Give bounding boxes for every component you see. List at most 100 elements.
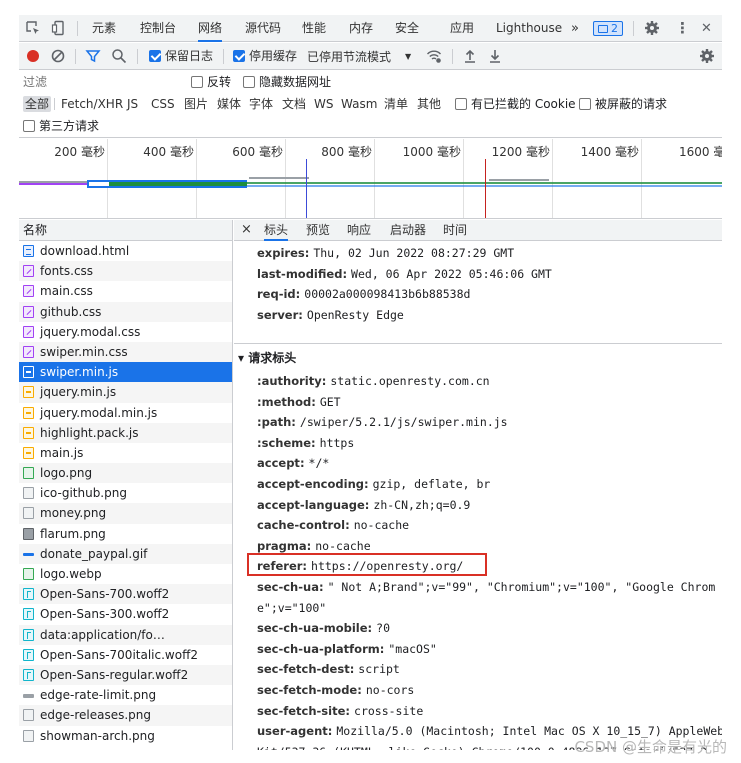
import-har-icon[interactable]	[462, 48, 478, 64]
request-name: swiper.min.css	[40, 344, 128, 359]
tab-timing[interactable]: 时间	[443, 220, 467, 241]
type-other[interactable]: 其他	[415, 96, 443, 112]
request-row[interactable]: main.css	[19, 281, 232, 301]
settings-gear-icon[interactable]	[644, 20, 660, 36]
request-row[interactable]: flarum.png	[19, 524, 232, 544]
request-row[interactable]: data:application/fo…	[19, 624, 232, 645]
image-file-icon	[23, 467, 34, 480]
filter-input[interactable]	[23, 74, 183, 90]
request-row[interactable]: jquery.min.js	[19, 382, 232, 403]
header-row: sec-fetch-mode: no-cors	[257, 680, 414, 700]
record-icon[interactable]	[25, 48, 41, 64]
network-overview-timeline[interactable]: 200 毫秒 400 毫秒 600 毫秒 800 毫秒 1000 毫秒 1200…	[19, 139, 722, 219]
request-row[interactable]: Open-Sans-700.woff2	[19, 584, 232, 605]
more-tabs-button[interactable]: »	[571, 15, 579, 42]
device-toolbar-icon[interactable]	[51, 20, 67, 36]
type-img[interactable]: 图片	[182, 96, 210, 112]
request-headers-title[interactable]: ▾ 请求标头	[238, 348, 296, 368]
request-row[interactable]: fonts.css	[19, 261, 232, 282]
disable-cache-checkbox[interactable]: 停用缓存	[233, 49, 297, 64]
third-party-checkbox[interactable]: 第三方请求	[23, 119, 99, 134]
request-row[interactable]: logo.webp	[19, 564, 232, 584]
tab-memory[interactable]: 内存	[349, 15, 373, 42]
type-ws[interactable]: WS	[312, 96, 335, 112]
throttling-select[interactable]: 已停用节流模式 ▼	[307, 49, 411, 65]
close-detail-icon[interactable]: ×	[241, 220, 252, 241]
tab-response[interactable]: 响应	[347, 220, 371, 241]
request-row[interactable]: jquery.modal.css	[19, 322, 232, 342]
type-wasm[interactable]: Wasm	[339, 96, 379, 112]
blocked-requests-checkbox[interactable]: 被屏蔽的请求	[579, 97, 667, 112]
header-value: Wed, 06 Apr 2022 05:46:06 GMT	[351, 266, 552, 281]
tab-console[interactable]: 控制台	[140, 15, 176, 42]
export-har-icon[interactable]	[487, 48, 503, 64]
type-manifest[interactable]: 清单	[382, 96, 410, 112]
request-row[interactable]: swiper.min.css	[19, 341, 232, 363]
type-js[interactable]: JS	[125, 96, 140, 112]
type-all[interactable]: 全部	[23, 96, 52, 112]
header-row: e";v="100"	[257, 598, 326, 618]
header-name: sec-fetch-mode	[257, 683, 358, 697]
request-row[interactable]: edge-releases.png	[19, 705, 232, 726]
type-css[interactable]: CSS	[149, 96, 177, 112]
request-row[interactable]: money.png	[19, 503, 232, 524]
network-settings-gear-icon[interactable]	[699, 48, 715, 64]
tab-network[interactable]: 网络	[198, 15, 223, 42]
inspect-element-icon[interactable]	[25, 20, 41, 36]
tab-initiator[interactable]: 启动器	[390, 220, 426, 241]
filter-icon[interactable]	[85, 48, 101, 64]
more-options-kebab-icon[interactable]: ⋮	[675, 15, 690, 42]
request-row[interactable]: highlight.pack.js	[19, 422, 232, 443]
tab-headers[interactable]: 标头	[264, 220, 289, 241]
header-value: no-cache	[315, 538, 371, 553]
tab-lighthouse[interactable]: Lighthouse	[496, 15, 562, 42]
request-row[interactable]: edge-rate-limit.png	[19, 685, 232, 705]
request-row[interactable]: Open-Sans-300.woff2	[19, 604, 232, 624]
close-devtools-icon[interactable]: ✕	[701, 15, 712, 42]
overview-bar-gray	[489, 179, 549, 181]
tab-security[interactable]: 安全	[395, 15, 419, 42]
tab-preview[interactable]: 预览	[306, 220, 330, 241]
preserve-log-checkbox[interactable]: 保留日志	[149, 49, 213, 64]
request-row[interactable]: ico-github.png	[19, 483, 232, 503]
network-conditions-wifi-icon[interactable]	[426, 48, 442, 64]
hide-data-urls-checkbox[interactable]: 隐藏数据网址	[243, 75, 331, 90]
header-colon: :	[367, 621, 377, 636]
header-row: sec-ch-ua-platform: "macOS"	[257, 639, 437, 659]
header-name: expires	[257, 246, 305, 260]
request-row[interactable]: donate_paypal.gif	[19, 543, 232, 564]
invert-checkbox[interactable]: 反转	[191, 75, 231, 90]
detail-tabs-bar: × 标头 预览 响应 启动器 时间	[234, 220, 722, 241]
header-name: sec-ch-ua	[257, 580, 319, 594]
request-row[interactable]: Open-Sans-700italic.woff2	[19, 645, 232, 665]
request-row[interactable]: swiper.min.js	[19, 362, 232, 383]
checkbox-unchecked-icon	[23, 120, 35, 132]
search-icon[interactable]	[111, 48, 127, 64]
script-file-icon	[23, 426, 34, 439]
tab-application[interactable]: 应用	[450, 15, 474, 42]
request-row[interactable]: download.html	[19, 241, 232, 261]
request-name: jquery.min.js	[40, 385, 117, 400]
clear-icon[interactable]	[50, 48, 66, 64]
issues-badge[interactable]: 2	[593, 21, 623, 36]
header-name: pragma	[257, 538, 307, 553]
type-media[interactable]: 媒体	[215, 96, 243, 112]
issues-icon	[598, 25, 608, 33]
request-row[interactable]: showman-arch.png	[19, 726, 232, 746]
type-doc[interactable]: 文档	[280, 96, 308, 112]
request-row[interactable]: jquery.modal.min.js	[19, 403, 232, 423]
request-name: Open-Sans-regular.woff2	[40, 667, 189, 682]
type-font[interactable]: 字体	[247, 96, 275, 112]
tab-performance[interactable]: 性能	[302, 15, 326, 42]
overview-bar-green	[109, 182, 247, 186]
request-row[interactable]: main.js	[19, 443, 232, 463]
blocked-cookies-checkbox[interactable]: 有已拦截的 Cookie	[455, 97, 576, 112]
tab-elements[interactable]: 元素	[92, 15, 116, 42]
header-value: script	[358, 662, 400, 677]
request-row[interactable]: github.css	[19, 301, 232, 322]
request-row[interactable]: logo.png	[19, 463, 232, 484]
request-row[interactable]: Open-Sans-regular.woff2	[19, 664, 232, 686]
type-fetch-xhr[interactable]: Fetch/XHR	[59, 96, 125, 112]
name-column-header[interactable]: 名称	[19, 220, 232, 241]
tab-sources[interactable]: 源代码	[245, 15, 281, 42]
